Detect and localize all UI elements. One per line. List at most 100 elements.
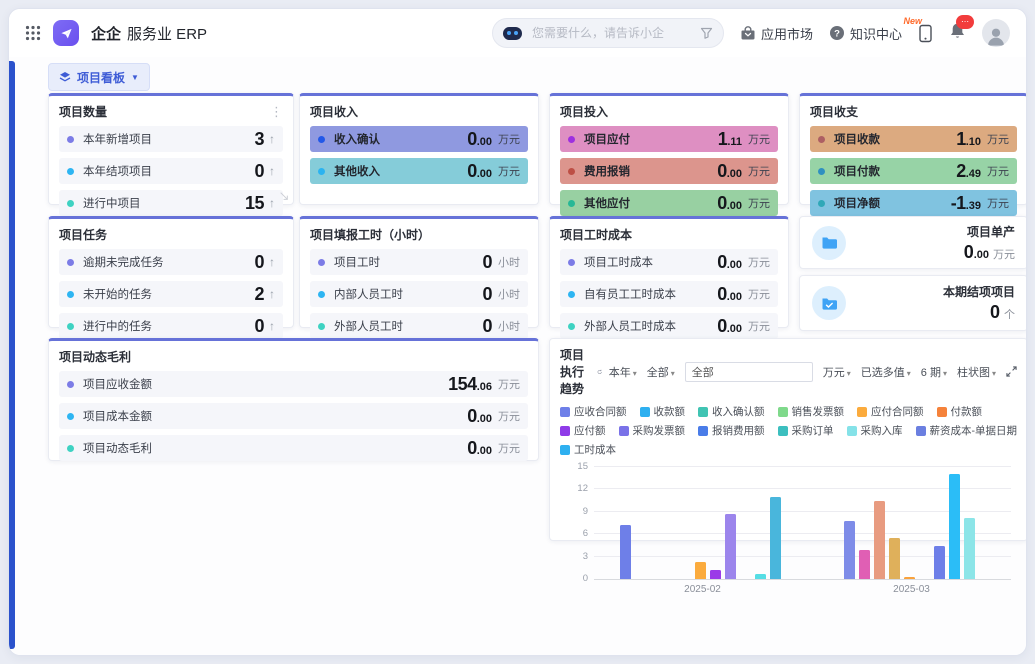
stat-row[interactable]: 未开始的任务2↑ [59, 281, 283, 307]
stat-row[interactable]: 其他收入0.00万元 [310, 158, 528, 184]
chart-bar[interactable] [934, 546, 945, 579]
stat-row[interactable]: 项目收款1.10万元 [810, 126, 1017, 152]
mini-card-value: 0.00万元 [964, 242, 1015, 263]
card-title: 项目投入 [560, 103, 608, 120]
chevron-down-icon: ▾ [633, 369, 637, 378]
legend-item[interactable]: 工时成本 [560, 442, 616, 457]
card-closed-projects[interactable]: 本期结项项目 0个 [799, 275, 1027, 331]
chart-bar[interactable] [889, 538, 900, 579]
filter-multi-select[interactable]: 已选多值▾ [861, 364, 911, 380]
bullet-dot [318, 323, 325, 330]
stat-label: 逾期未完成任务 [83, 254, 254, 270]
search-input[interactable] [530, 25, 692, 41]
stat-unit: 万元 [987, 195, 1009, 211]
filter-unit[interactable]: 万元▾ [823, 364, 851, 380]
chart-bar[interactable] [949, 474, 960, 579]
legend-item[interactable]: 采购发票额 [619, 423, 686, 438]
question-circle-icon: ? [829, 25, 845, 41]
chart-plot: 036912152025-022025-03 [594, 467, 1011, 580]
collapsed-sidebar[interactable] [9, 61, 15, 649]
legend-item[interactable]: 应收合同额 [560, 404, 627, 419]
stat-row[interactable]: 本年结项项目0↑ [59, 158, 283, 184]
legend-item[interactable]: 应付额 [560, 423, 606, 438]
legend-item[interactable]: 报销费用额 [698, 423, 765, 438]
tab-project-board[interactable]: 项目看板 ▼ [48, 63, 150, 91]
stat-row[interactable]: 其他应付0.00万元 [560, 190, 778, 216]
nav-app-market[interactable]: 应用市场 [740, 24, 813, 43]
legend-item[interactable]: 采购入库 [847, 423, 903, 438]
stat-row[interactable]: 项目净额-1.39万元 [810, 190, 1017, 216]
legend-item[interactable]: 应付合同额 [857, 404, 924, 419]
card-title: 项目工时成本 [560, 226, 632, 243]
card-project-unit-output[interactable]: 项目单产 0.00万元 [799, 216, 1027, 269]
legend-item[interactable]: 付款额 [937, 404, 983, 419]
more-options-icon[interactable]: ⋮ [270, 107, 283, 117]
stat-row[interactable]: 本年新增项目3↑ [59, 126, 283, 152]
legend-item[interactable]: 收入确认额 [698, 404, 765, 419]
stat-row[interactable]: 外部人员工时成本0.00万元 [560, 313, 778, 339]
stat-row[interactable]: 项目动态毛利0.00万元 [59, 435, 528, 461]
stat-row[interactable]: 自有员工工时成本0.00万元 [560, 281, 778, 307]
user-avatar[interactable] [982, 19, 1010, 47]
stat-value: 3 [254, 129, 264, 150]
stat-row[interactable]: 项目工时0小时 [310, 249, 528, 275]
stat-row[interactable]: 进行中项目15↑ [59, 190, 283, 216]
person-icon [985, 25, 1007, 47]
stat-row[interactable]: 项目付款2.49万元 [810, 158, 1017, 184]
filter-project-input[interactable] [685, 362, 813, 382]
stat-label: 本年结项项目 [83, 163, 254, 179]
legend-item[interactable]: 销售发票额 [778, 404, 845, 419]
stat-row[interactable]: 项目成本金额0.00万元 [59, 403, 528, 429]
chart-bar[interactable] [695, 562, 706, 579]
mobile-phone-icon[interactable] [918, 24, 933, 43]
top-header: 企企服务业 ERP 应用市场 ? [9, 9, 1026, 57]
filter-scope[interactable]: 全部▾ [647, 364, 675, 380]
chart-bar[interactable] [964, 518, 975, 579]
chart-bar[interactable] [755, 574, 766, 579]
legend-item[interactable]: 收款额 [640, 404, 686, 419]
trend-up-icon: ↑ [269, 287, 275, 301]
stat-value: 0 [254, 316, 264, 337]
chart-bar[interactable] [874, 501, 885, 579]
stat-row[interactable]: 费用报销0.00万元 [560, 158, 778, 184]
chart-bar[interactable] [859, 550, 870, 579]
trend-up-icon: ↑ [269, 255, 275, 269]
filter-terms[interactable]: 6 期▾ [921, 364, 947, 380]
assistant-search[interactable] [492, 18, 724, 48]
chart-bar[interactable] [620, 525, 631, 579]
chevron-down-icon: ▾ [847, 369, 851, 378]
notifications[interactable]: ⋯ [949, 22, 966, 45]
chart-bar[interactable] [904, 577, 915, 579]
chart-bar[interactable] [844, 521, 855, 579]
resize-handle-icon[interactable] [279, 191, 289, 201]
refresh-icon[interactable] [597, 366, 602, 378]
stat-row[interactable]: 进行中的任务0↑ [59, 313, 283, 339]
stat-label: 外部人员工时成本 [584, 318, 717, 334]
chart-title: 项目执行趋势 [560, 346, 591, 397]
stat-row[interactable]: 项目应付1.11万元 [560, 126, 778, 152]
folder-icon [812, 226, 846, 260]
filter-funnel-icon[interactable] [700, 27, 713, 40]
app-grid-menu-icon[interactable] [25, 25, 41, 41]
nav-knowledge-center[interactable]: ? 知识中心 New [829, 24, 902, 43]
stat-row[interactable]: 项目工时成本0.00万元 [560, 249, 778, 275]
chart-bar[interactable] [725, 514, 736, 579]
mini-card-title: 项目单产 [964, 223, 1015, 240]
bullet-dot [318, 259, 325, 266]
stat-row[interactable]: 内部人员工时0小时 [310, 281, 528, 307]
filter-period[interactable]: 本年▾ [609, 364, 637, 380]
bullet-dot [568, 200, 575, 207]
legend-item[interactable]: 薪资成本-单据日期 [916, 423, 1018, 438]
stat-row[interactable]: 外部人员工时0小时 [310, 313, 528, 339]
svg-text:?: ? [834, 28, 840, 39]
chart-bar[interactable] [710, 570, 721, 579]
bullet-dot [318, 291, 325, 298]
legend-item[interactable]: 采购订单 [778, 423, 834, 438]
chart-bar[interactable] [770, 497, 781, 579]
stat-row[interactable]: 收入确认0.00万元 [310, 126, 528, 152]
filter-chart-type[interactable]: 柱状图▾ [957, 364, 996, 380]
expand-icon[interactable] [1006, 366, 1017, 377]
stat-row[interactable]: 逾期未完成任务0↑ [59, 249, 283, 275]
stat-row[interactable]: 项目应收金额154.06万元 [59, 371, 528, 397]
app-logo[interactable] [53, 20, 79, 46]
